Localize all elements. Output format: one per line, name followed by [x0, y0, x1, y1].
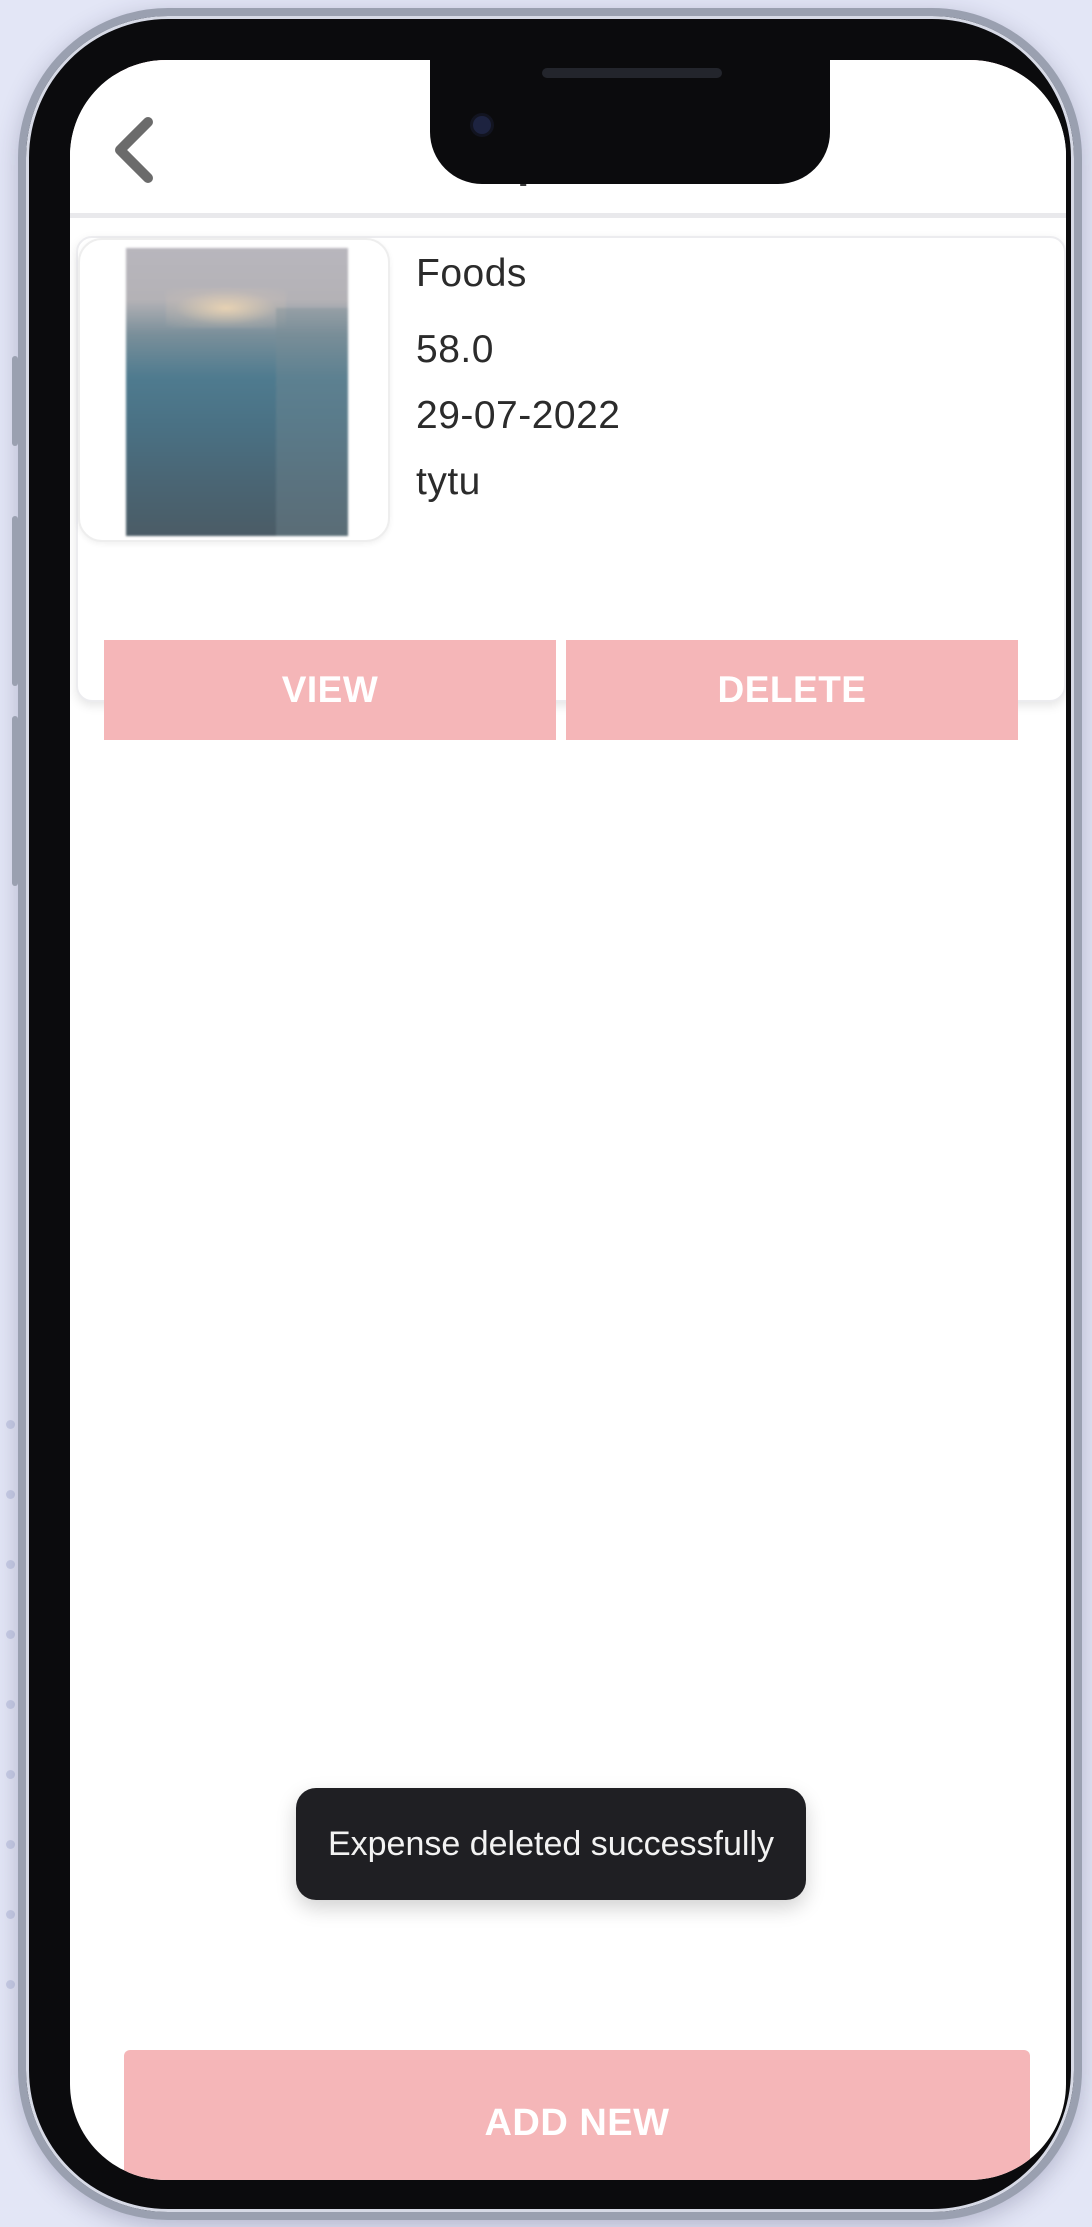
thumbnail-highlight	[166, 288, 286, 328]
delete-button[interactable]: DELETE	[566, 640, 1018, 740]
volume-down-button	[12, 716, 18, 886]
toast-message: Expense deleted successfully	[296, 1788, 806, 1900]
front-camera	[473, 116, 491, 134]
expense-note: tytu	[416, 460, 481, 503]
volume-up-button	[12, 516, 18, 686]
view-button[interactable]: VIEW	[104, 640, 556, 740]
expense-date: 29-07-2022	[416, 394, 621, 437]
thumbnail-shade	[276, 308, 348, 536]
add-new-button[interactable]: ADD NEW	[124, 2050, 1030, 2180]
speaker-grille	[542, 68, 722, 78]
expense-thumbnail-frame	[78, 238, 390, 542]
expense-category: Foods	[416, 252, 527, 295]
expense-thumbnail[interactable]	[126, 248, 348, 536]
app-screen: Expenses Foods 58.0 29-07-2022 tytu VIEW…	[70, 60, 1066, 2180]
mute-switch	[12, 356, 18, 446]
phone-notch	[430, 60, 830, 184]
expense-card: Foods 58.0 29-07-2022 tytu VIEW DELETE	[76, 236, 1066, 740]
power-button	[1076, 576, 1082, 816]
expense-amount: 58.0	[416, 328, 494, 371]
